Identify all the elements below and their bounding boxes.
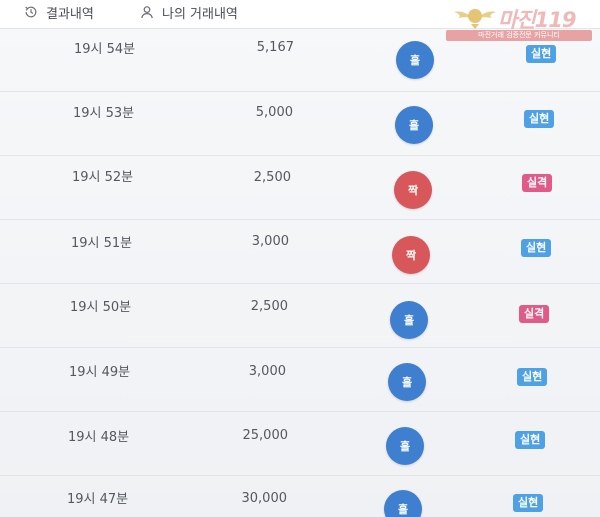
status-badge: 실현 [526, 45, 557, 63]
result-ball: 홀 [390, 301, 428, 339]
result-ball: 홀 [395, 106, 433, 144]
status-badge: 실격 [522, 174, 553, 192]
row-amount: 2,500 [250, 299, 288, 314]
list-item: 19시 53분 5,000 홀 실현 [0, 92, 600, 156]
site-watermark: 마진119 마진거래 검증전문 커뮤니티 [444, 4, 594, 42]
row-time: 19시 49분 [69, 365, 131, 380]
row-time: 19시 51분 [71, 236, 133, 251]
row-amount: 3,000 [251, 234, 289, 249]
row-time: 19시 47분 [67, 492, 129, 507]
list-item: 19시 50분 2,500 홀 실격 [0, 284, 600, 348]
row-amount: 2,500 [253, 170, 291, 185]
result-ball: 짝 [394, 171, 432, 209]
tab-results-label: 결과내역 [46, 6, 94, 22]
status-badge: 실격 [519, 305, 550, 323]
result-ball: 홀 [396, 41, 434, 79]
tab-my-trades-label: 나의 거래내역 [162, 6, 238, 22]
result-ball: 홀 [386, 427, 424, 465]
history-icon [24, 5, 38, 19]
row-time: 19시 54분 [74, 42, 136, 57]
watermark-tagline: 마진거래 검증전문 커뮤니티 [446, 30, 592, 41]
list-item: 19시 49분 3,000 홀 실현 [0, 348, 600, 412]
trade-history-screen: 결과내역 나의 거래내역 마진119 마진거래 검증전문 커뮤니티 19시 54… [0, 0, 600, 517]
row-amount: 30,000 [241, 491, 288, 506]
row-time: 19시 53분 [73, 106, 135, 121]
list-item: 19시 51분 3,000 짝 실현 [0, 220, 600, 284]
list-item: 19시 47분 30,000 홀 실현 [0, 476, 600, 517]
row-amount: 25,000 [242, 428, 289, 443]
row-time: 19시 48분 [68, 430, 130, 445]
person-icon [140, 5, 154, 19]
result-ball: 홀 [388, 363, 426, 401]
result-ball: 짝 [392, 236, 430, 274]
result-ball: 홀 [384, 490, 422, 517]
row-amount: 5,000 [255, 105, 293, 120]
status-badge: 실현 [513, 494, 544, 512]
tab-results[interactable]: 결과내역 [24, 2, 94, 22]
list-item: 19시 52분 2,500 짝 실격 [0, 156, 600, 220]
status-badge: 실현 [521, 239, 552, 257]
row-time: 19시 50분 [70, 300, 132, 315]
row-amount: 5,167 [256, 40, 294, 55]
row-amount: 3,000 [248, 364, 286, 379]
row-time: 19시 52분 [72, 170, 134, 185]
status-badge: 실현 [515, 431, 546, 449]
status-badge: 실현 [517, 368, 548, 386]
list-item: 19시 48분 25,000 홀 실현 [0, 412, 600, 476]
tab-my-trades[interactable]: 나의 거래내역 [140, 2, 238, 22]
status-badge: 실현 [524, 110, 555, 128]
